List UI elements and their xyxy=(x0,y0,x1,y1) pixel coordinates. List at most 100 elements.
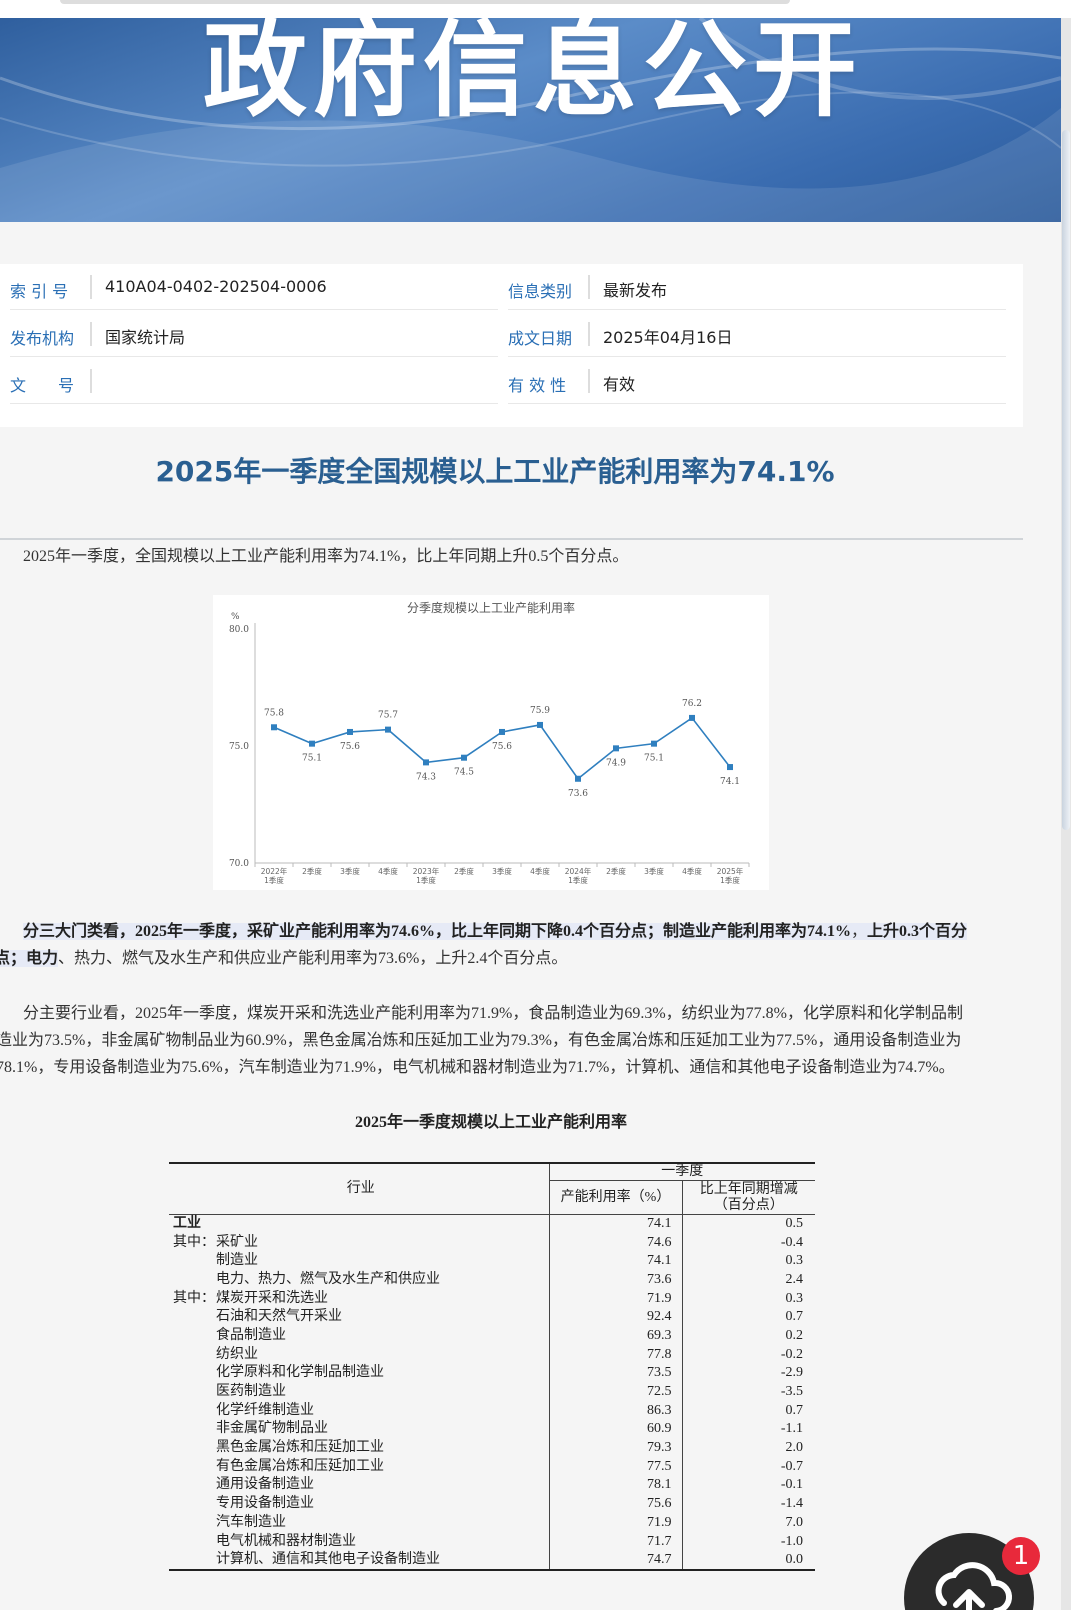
header-rate: 产能利用率（%） xyxy=(549,1180,683,1215)
meta-value: 国家统计局 xyxy=(105,328,186,347)
table-row: 食品制造业 69.3 0.2 xyxy=(169,1326,815,1346)
industry-cell: 食品制造业 xyxy=(169,1326,550,1346)
x-tick-label: 4季度 xyxy=(530,866,550,876)
rate-cell: 74.1 xyxy=(549,1251,683,1271)
notification-badge: 1 xyxy=(1002,1537,1040,1575)
rate-cell: 71.7 xyxy=(549,1532,683,1551)
header-quarter: 一季度 xyxy=(549,1162,815,1181)
meta-label: 文 号 xyxy=(10,376,75,395)
change-cell: 0.7 xyxy=(785,1309,804,1325)
article-title: 2025年一季度全国规模以上工业产能利用率为74.1% xyxy=(155,455,835,488)
industry-cell: 化学纤维制造业 xyxy=(169,1401,550,1421)
paragraph-sectors-line2: 点；电力、热力、燃气及水生产和供应业产能利用率为73.6%，上升2.4个百分点。 xyxy=(0,945,567,972)
rate-cell: 75.6 xyxy=(549,1494,683,1514)
change-cell: -0.2 xyxy=(780,1346,803,1362)
data-label: 75.6 xyxy=(492,742,512,752)
data-point xyxy=(613,745,619,752)
rate-cell: 78.1 xyxy=(549,1476,683,1495)
meta-row: 文 号 有 效 性 有效 xyxy=(0,358,1006,405)
document-metadata: 索 引 号 410A04-0402-202504-0006 信息类别 最新发布 … xyxy=(0,264,1023,427)
industry-cell: 纺织业 xyxy=(169,1345,550,1364)
data-point xyxy=(423,759,429,766)
rate-cell: 86.3 xyxy=(549,1401,683,1421)
rate-cell: 71.9 xyxy=(549,1289,683,1308)
rate-cell: 60.9 xyxy=(549,1420,683,1439)
x-tick-label: 2025年 xyxy=(717,866,744,876)
page-banner: 政府信息公开 xyxy=(0,18,1061,222)
x-tick-label: 4季度 xyxy=(378,866,398,876)
change-cell: 0.5 xyxy=(785,1216,804,1232)
data-point xyxy=(575,775,581,782)
industry-cell: 黑色金属冶炼和压延加工业 xyxy=(169,1438,550,1458)
chart-title: 分季度规模以上工业产能利用率 xyxy=(407,600,575,615)
data-label: 73.6 xyxy=(568,789,588,799)
industry-cell: 电气机械和器材制造业 xyxy=(169,1532,550,1551)
rate-cell: 72.5 xyxy=(549,1382,683,1402)
industry-cell: 非金属矿物制品业 xyxy=(169,1420,550,1439)
data-point xyxy=(385,726,391,733)
table-body: 工业 74.1 0.5 其中：采矿业 74.6 -0.4 制造业 74.1 0.3 电力、热力、燃… xyxy=(169,1214,815,1571)
data-point xyxy=(347,728,353,735)
browser-top-bar xyxy=(0,0,1071,18)
industry-cell: 电力、热力、燃气及水生产和供应业 xyxy=(169,1270,550,1290)
y-axis-unit: % xyxy=(231,612,240,622)
table-row: 其中：煤炭开采和洗选业 71.9 0.3 xyxy=(169,1289,815,1308)
x-tick-label: 3季度 xyxy=(340,866,360,876)
change-cell: -1.4 xyxy=(780,1496,803,1512)
sectors-sep: ， xyxy=(851,923,868,940)
x-tick-label: 2024年 xyxy=(565,866,592,876)
paragraph-industries-line3: 78.1%，专用设备制造业为75.6%，汽车制造业为71.9%，电气机械和器材制… xyxy=(0,1059,955,1076)
change-cell: 0.7 xyxy=(785,1402,804,1418)
change-cell: -0.4 xyxy=(780,1234,803,1250)
table-row: 专用设备制造业 75.6 -1.4 xyxy=(169,1494,815,1514)
data-point xyxy=(271,724,277,731)
data-label: 75.7 xyxy=(378,711,398,721)
industry-cell: 计算机、通信和其他电子设备制造业 xyxy=(169,1550,550,1571)
industry-cell: 汽车制造业 xyxy=(169,1513,550,1533)
y-tick-label: 70.0 xyxy=(229,859,249,869)
industry-cell: 医药制造业 xyxy=(169,1382,550,1402)
meta-value: 有效 xyxy=(603,375,636,394)
rate-cell: 73.6 xyxy=(549,1270,683,1290)
table-row: 医药制造业 72.5 -3.5 xyxy=(169,1382,815,1402)
table-row: 工业 74.1 0.5 xyxy=(169,1214,815,1234)
industry-cell: 工业 xyxy=(169,1214,550,1234)
rate-cell: 79.3 xyxy=(549,1438,683,1458)
data-label: 75.9 xyxy=(530,706,550,716)
meta-value: 2025年04月16日 xyxy=(603,328,733,347)
rate-cell: 92.4 xyxy=(549,1307,683,1327)
table-row: 电气机械和器材制造业 71.7 -1.0 xyxy=(169,1532,815,1551)
data-point xyxy=(651,740,657,747)
industry-cell: 通用设备制造业 xyxy=(169,1476,550,1495)
x-tick-label: 3季度 xyxy=(644,866,664,876)
change-cell: 0.3 xyxy=(785,1253,804,1269)
table-row: 汽车制造业 71.9 7.0 xyxy=(169,1513,815,1533)
x-tick-label: 1季度 xyxy=(264,875,284,885)
address-bar-edge[interactable] xyxy=(60,0,790,4)
data-point xyxy=(461,754,467,761)
industry-cell: 其中：采矿业 xyxy=(169,1233,550,1252)
scrollbar-thumb[interactable] xyxy=(1062,130,1070,830)
rate-cell: 77.8 xyxy=(549,1345,683,1364)
rate-cell: 77.5 xyxy=(549,1457,683,1477)
change-cell: 2.0 xyxy=(785,1440,804,1456)
table-title: 2025年一季度规模以上工业产能利用率 xyxy=(354,1114,627,1131)
data-label: 75.8 xyxy=(264,708,284,718)
data-point xyxy=(689,714,695,721)
table-row: 有色金属冶炼和压延加工业 77.5 -0.7 xyxy=(169,1457,815,1477)
change-cell: -0.7 xyxy=(780,1458,803,1474)
x-tick-label: 2季度 xyxy=(454,866,474,876)
paragraph-industries-line2: 造业为73.5%，非金属矿物制品业为60.9%，黑色金属冶炼和压延加工业为79.… xyxy=(0,1032,962,1049)
rate-cell: 71.9 xyxy=(549,1513,683,1533)
meta-row: 索 引 号 410A04-0402-202504-0006 信息类别 最新发布 xyxy=(0,264,1006,311)
data-label: 74.5 xyxy=(454,768,474,778)
rate-cell: 73.5 xyxy=(549,1364,683,1383)
change-cell: -3.5 xyxy=(780,1384,803,1400)
change-cell: 2.4 xyxy=(785,1271,804,1287)
data-label: 75.6 xyxy=(340,742,360,752)
x-tick-label: 1季度 xyxy=(568,875,588,885)
data-label: 75.1 xyxy=(644,754,664,764)
data-point xyxy=(727,764,733,771)
rate-cell: 74.6 xyxy=(549,1233,683,1252)
data-point xyxy=(499,728,505,735)
